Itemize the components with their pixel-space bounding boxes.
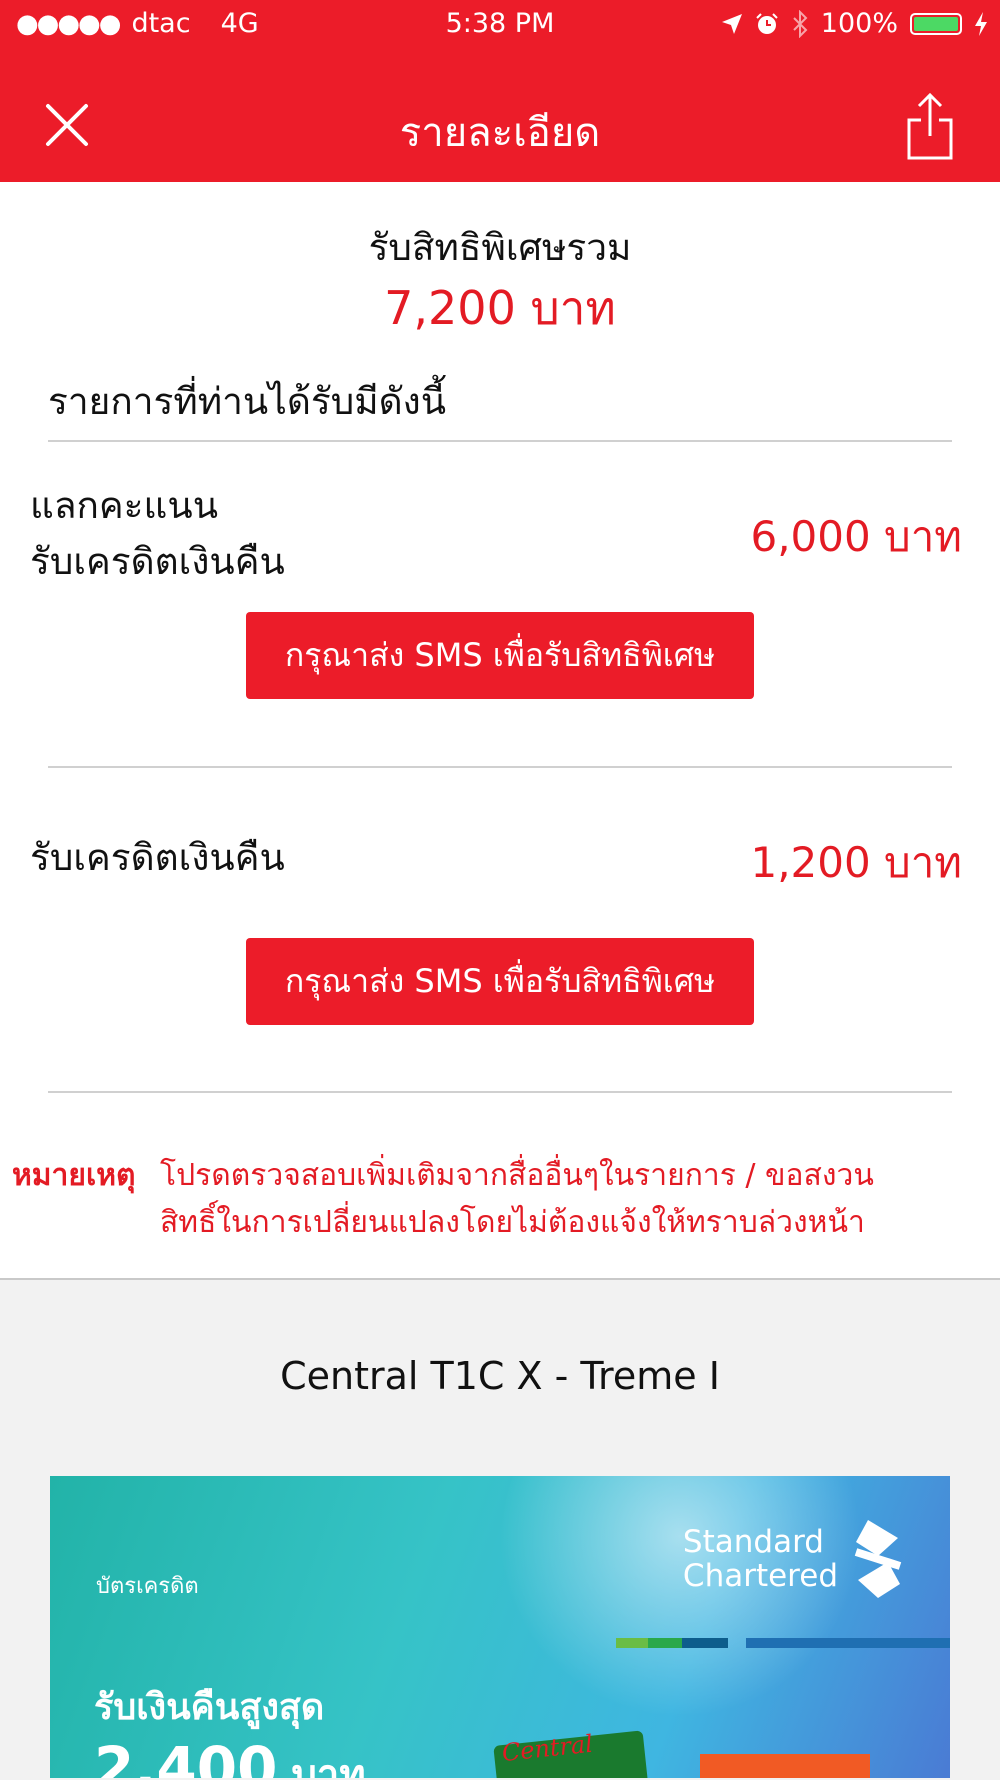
promo-banner[interactable]: บัตรเครดิต Standard Chartered รับเงินคืน… [50,1476,950,1778]
sms-button-2[interactable]: กรุณาส่ง SMS เพื่อรับสิทธิพิเศษ [246,938,754,1025]
banner-credit-card-text: บัตรเครดิต [96,1574,199,1599]
divider [48,1091,952,1093]
banner-amount: 2,400 บาท [94,1734,366,1778]
item-2-amount: 1,200 บาท [750,838,962,887]
note-line-1: โปรดตรวจสอบเพิ่มเติมจากสื่ออื่นๆในรายการ… [160,1158,874,1193]
alarm-icon [756,12,778,34]
item-1-label: แลกคะแนน รับเครดิตเงินคืน [30,478,285,590]
card-title: Central T1C X - Treme I [280,1354,720,1398]
central-script-logo: Central [500,1729,595,1768]
battery-icon [910,12,962,35]
share-icon[interactable] [905,92,955,160]
divider [48,766,952,768]
banner-headline: รับเงินคืนสูงสุด [94,1687,325,1728]
item-1-label-line2: รับเครดิตเงินคืน [30,540,285,583]
item-2-label: รับเครดิตเงินคืน [30,836,285,879]
note-text: โปรดตรวจสอบเพิ่มเติมจากสื่ออื่นๆในรายการ… [160,1152,990,1246]
item-1-label-line1: แลกคะแนน [30,484,218,527]
location-arrow-icon [721,13,742,34]
list-heading: รายการที่ท่านได้รับมีดังนี้ [48,380,447,423]
item-1-amount: 6,000 บาท [750,512,962,561]
divider [48,440,952,442]
banner-amount-unit: บาท [291,1752,366,1778]
bluetooth-icon [793,9,808,38]
page-title: รายละเอียด [399,110,601,156]
sms-button-1[interactable]: กรุณาส่ง SMS เพื่อรับสิทธิพิเศษ [246,612,754,699]
header-bar: ●●●●● dtac 4G 5:38 PM 100% รายละเอียด [0,0,1000,182]
standard-chartered-icon [854,1520,902,1598]
banner-amount-value: 2,400 [94,1734,278,1778]
zen-card-image [700,1754,870,1778]
status-bar: ●●●●● dtac 4G 5:38 PM 100% [0,0,1000,50]
note-label: หมายเหตุ [12,1158,136,1193]
standard-chartered-logo: Standard Chartered [683,1516,908,1602]
logo-line-2: Chartered [682,1558,838,1594]
battery-percent: 100% [820,8,898,39]
logo-line-1: Standard [682,1524,824,1560]
note-line-2: สิทธิ์ในการเปลี่ยนแปลงโดยไม่ต้องแจ้งให้ท… [160,1205,865,1240]
summary-label: รับสิทธิพิเศษรวม [368,226,632,269]
charging-bolt-icon [975,11,987,36]
banner-color-strip [616,1638,950,1648]
central-card-image: Central [493,1729,649,1778]
summary-amount: 7,200 บาท [384,281,616,335]
